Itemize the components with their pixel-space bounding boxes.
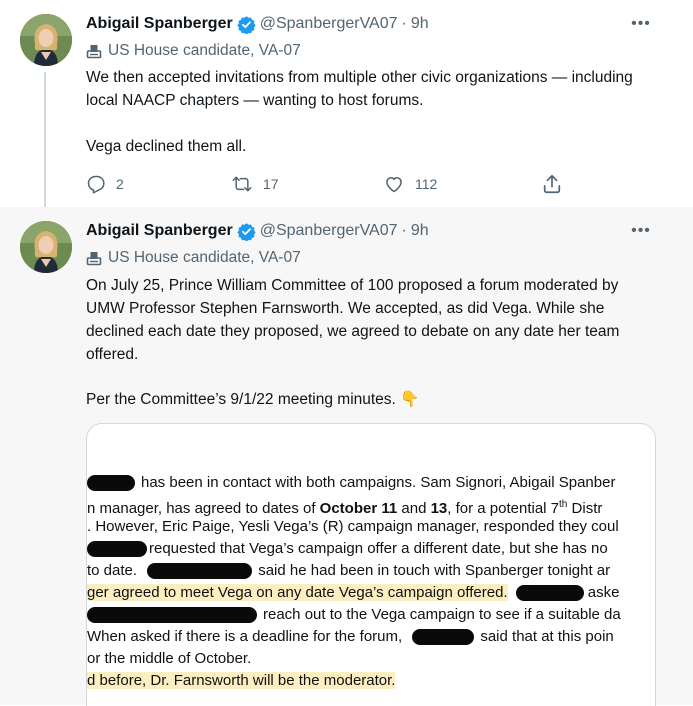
separator-dot: · [401, 15, 407, 32]
tweet-paragraph: We then accepted invitations from multip… [86, 69, 633, 109]
redaction-mark [147, 563, 253, 580]
document-line: n manager, has agreed to dates of Octobe… [87, 494, 603, 517]
share-button[interactable] [541, 172, 573, 196]
tweet-time[interactable]: 9h [411, 222, 429, 240]
tweet-media-image[interactable]: has been in contact with both campaigns.… [86, 423, 656, 706]
account-label[interactable]: US House candidate, VA-07 [86, 248, 301, 268]
verified-badge-icon [237, 222, 256, 241]
document-text: has been in contact with both campaigns.… [141, 474, 616, 491]
author-row: Abigail Spanberger @SpanbergerVA07 · 9h [86, 13, 429, 35]
redaction-mark [87, 607, 257, 624]
like-button[interactable]: 112 [383, 172, 437, 196]
redaction-mark [515, 585, 584, 602]
avatar[interactable] [20, 221, 72, 273]
redaction-mark [412, 629, 475, 646]
reply-count: 2 [116, 176, 124, 192]
tweet-1[interactable]: Abigail Spanberger @SpanbergerVA07 · 9h … [0, 0, 693, 208]
verified-badge-icon [237, 15, 256, 34]
document-line: or the middle of October. [87, 648, 251, 670]
account-label[interactable]: US House candidate, VA-07 [86, 41, 301, 61]
more-icon[interactable]: ••• [629, 13, 653, 35]
retweet-count: 17 [263, 176, 279, 192]
document-line: When asked if there is a deadline for th… [87, 626, 614, 648]
document-line: ger agreed to meet Vega on any date Vega… [87, 582, 619, 604]
document-line: reach out to the Vega campaign to see if… [87, 604, 621, 626]
author-name[interactable]: Abigail Spanberger [86, 15, 233, 33]
document-text: and [397, 500, 431, 517]
reply-button[interactable]: 2 [86, 172, 124, 196]
ballot-box-icon [86, 45, 102, 59]
document-text: requested that Vega’s campaign offer a d… [149, 540, 608, 557]
highlighted-text: ger agreed to meet Vega on any date Vega… [87, 584, 508, 601]
tweet-text: We then accepted invitations from multip… [86, 66, 661, 158]
share-icon [543, 174, 561, 194]
document-text: n manager, has agreed to dates of [87, 500, 320, 517]
account-label-text: US House candidate, VA-07 [108, 249, 301, 266]
document-line: requested that Vega’s campaign offer a d… [87, 538, 608, 560]
ballot-box-icon [86, 252, 102, 266]
document-text: said he had been in touch with Spanberge… [258, 562, 611, 579]
tweet-actions: 2 17 112 [86, 172, 566, 196]
tweet-paragraph: On July 25, Prince William Committee of … [86, 277, 620, 363]
thread-connector [44, 72, 46, 207]
account-label-text: US House candidate, VA-07 [108, 42, 301, 59]
document-text-bold: 13 [430, 500, 448, 517]
document-line: to date. said he had been in touch with … [87, 560, 610, 582]
tweet-text: On July 25, Prince William Committee of … [86, 274, 661, 411]
highlighted-text: d before, Dr. Farnsworth will be the mod… [87, 672, 396, 689]
document-text: aske [587, 584, 620, 601]
avatar[interactable] [20, 14, 72, 66]
document-text: , for a potential 7 [447, 500, 560, 517]
document-text: or the middle of October. [87, 650, 252, 667]
tweet-time[interactable]: 9h [411, 15, 429, 33]
author-name[interactable]: Abigail Spanberger [86, 222, 233, 240]
tweet-paragraph: Vega declined them all. [86, 138, 247, 155]
separator-dot: · [401, 222, 407, 239]
redaction-mark [87, 541, 147, 558]
author-row: Abigail Spanberger @SpanbergerVA07 · 9h [86, 220, 429, 242]
document-text: to date. [87, 562, 138, 579]
document-line: . However, Eric Paige, Yesli Vega’s (R) … [87, 516, 619, 538]
reply-icon [87, 175, 105, 194]
retweet-button[interactable]: 17 [231, 172, 279, 196]
document-text: said that at this poin [480, 628, 614, 645]
retweet-icon [232, 176, 252, 192]
document-text: . However, Eric Paige, Yesli Vega’s (R) … [87, 518, 619, 535]
document-text-bold: October 11 [319, 500, 398, 517]
document-line: has been in contact with both campaigns.… [87, 472, 615, 494]
more-icon[interactable]: ••• [629, 220, 653, 242]
heart-icon [386, 177, 402, 193]
document-text: When asked if there is a deadline for th… [87, 628, 403, 645]
tweet-paragraph: Per the Committee’s 9/1/22 meeting minut… [86, 391, 420, 408]
redaction-mark [87, 475, 135, 492]
document-text: Distr [567, 500, 603, 517]
like-count: 112 [415, 176, 438, 192]
document-text: reach out to the Vega campaign to see if… [263, 606, 621, 623]
author-handle[interactable]: @SpanbergerVA07 [260, 222, 398, 240]
document-line: d before, Dr. Farnsworth will be the mod… [87, 670, 396, 692]
author-handle[interactable]: @SpanbergerVA07 [260, 15, 398, 33]
